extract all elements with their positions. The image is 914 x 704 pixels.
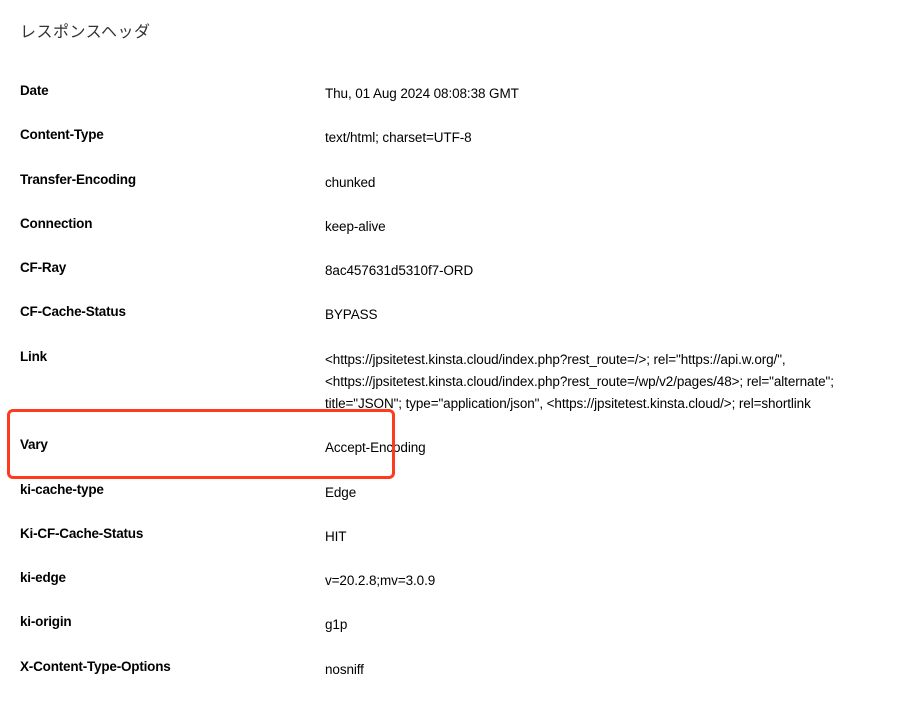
table-row: ki-edgev=20.2.8;mv=3.0.9 [20,559,894,603]
header-value: text/html; charset=UTF-8 [325,127,894,149]
header-value: Accept-Encoding [325,437,894,459]
header-value: chunked [325,172,894,194]
header-name: ki-origin [20,614,325,629]
header-name: ki-cache-type [20,482,325,497]
table-row: DateThu, 01 Aug 2024 08:08:38 GMT [20,72,894,116]
table-row: Ki-CF-Cache-StatusHIT [20,515,894,559]
headers-table: DateThu, 01 Aug 2024 08:08:38 GMTContent… [20,72,894,692]
table-row: Link<https://jpsitetest.kinsta.cloud/ind… [20,338,894,427]
header-name: Transfer-Encoding [20,172,325,187]
table-row: ki-origing1p [20,603,894,647]
header-value: nosniff [325,659,894,681]
header-value: keep-alive [325,216,894,238]
table-row: Content-Typetext/html; charset=UTF-8 [20,116,894,160]
header-name: Date [20,83,325,98]
header-name: ki-edge [20,570,325,585]
header-value: v=20.2.8;mv=3.0.9 [325,570,894,592]
header-value: BYPASS [325,304,894,326]
header-value: Thu, 01 Aug 2024 08:08:38 GMT [325,83,894,105]
table-row: X-Content-Type-Optionsnosniff [20,648,894,692]
header-name: CF-Cache-Status [20,304,325,319]
header-name: Ki-CF-Cache-Status [20,526,325,541]
header-name: CF-Ray [20,260,325,275]
table-row: CF-Cache-StatusBYPASS [20,293,894,337]
header-value: HIT [325,526,894,548]
header-name: Link [20,349,325,364]
panel-title: レスポンスヘッダ [20,18,894,42]
header-name: Content-Type [20,127,325,142]
header-name: Vary [20,437,325,452]
header-value: g1p [325,614,894,636]
table-row: ki-cache-typeEdge [20,471,894,515]
header-value: <https://jpsitetest.kinsta.cloud/index.p… [325,349,894,416]
header-name: X-Content-Type-Options [20,659,325,674]
response-headers-panel: レスポンスヘッダ DateThu, 01 Aug 2024 08:08:38 G… [0,0,914,704]
table-row: CF-Ray8ac457631d5310f7-ORD [20,249,894,293]
header-value: Edge [325,482,894,504]
table-row: Transfer-Encodingchunked [20,161,894,205]
header-name: Connection [20,216,325,231]
table-row: VaryAccept-Encoding [20,426,894,470]
header-value: 8ac457631d5310f7-ORD [325,260,894,282]
table-row: Connectionkeep-alive [20,205,894,249]
